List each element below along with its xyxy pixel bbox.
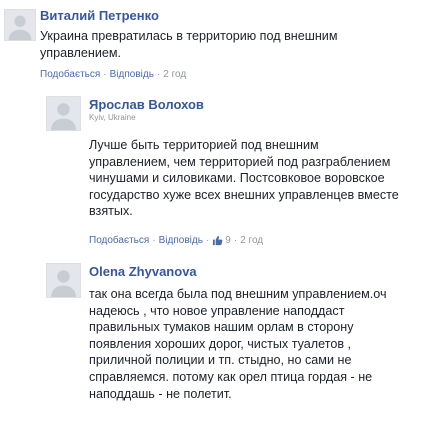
avatar[interactable]	[46, 263, 81, 298]
like-count[interactable]: 9	[225, 235, 231, 246]
comment-author[interactable]: Ярослав Волохов	[89, 97, 204, 112]
reply-link[interactable]: Відповідь	[159, 235, 203, 246]
thumbs-up-icon	[213, 235, 223, 246]
comment-author[interactable]: Olena Zhyvanova	[89, 264, 197, 279]
avatar-placeholder-icon	[47, 264, 80, 297]
avatar[interactable]	[4, 9, 36, 41]
like-link[interactable]: Подобається	[89, 235, 149, 246]
comment-actions: Подобається · Відповідь · 9 · 2 год	[89, 235, 263, 246]
separator: ·	[103, 69, 107, 80]
comment-actions: Подобається · Відповідь · 2 год	[40, 69, 186, 80]
separator: ·	[233, 235, 238, 246]
separator: ·	[205, 235, 210, 246]
avatar[interactable]	[46, 96, 81, 131]
reply-link[interactable]: Відповідь	[110, 69, 154, 80]
comment-time[interactable]: 2 год	[163, 69, 186, 80]
separator: ·	[152, 235, 156, 246]
comment-text: Украина превратилась в территорию под вн…	[40, 29, 338, 60]
separator: ·	[156, 69, 161, 80]
comment-text: Лучше быть территорией под внешним управ…	[89, 138, 399, 219]
like-link[interactable]: Подобається	[40, 69, 100, 80]
comment-author[interactable]: Виталий Петренко	[40, 8, 159, 23]
avatar-placeholder-icon	[5, 10, 35, 40]
avatar-placeholder-icon	[47, 97, 80, 130]
comment-time[interactable]: 2 год	[240, 235, 263, 246]
comment-text: так она всегда была под внешним управлен…	[89, 287, 387, 401]
comment-location: Kyiv, Ukraine	[89, 113, 136, 122]
